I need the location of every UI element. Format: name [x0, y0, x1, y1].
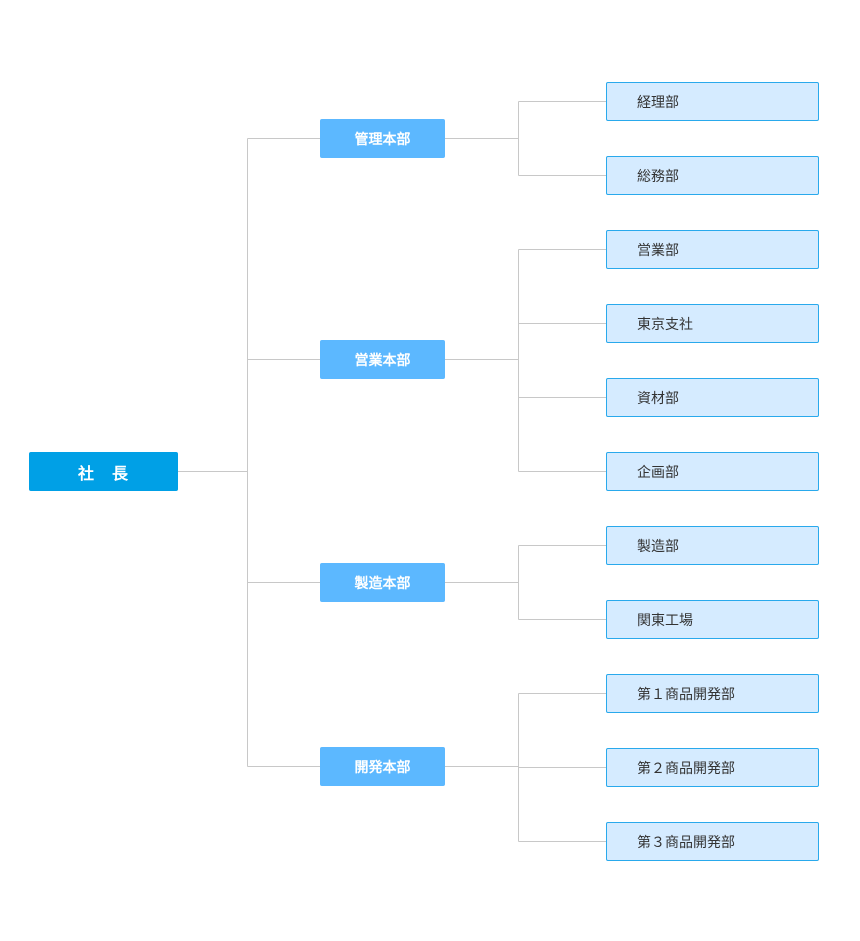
president-box: 社 長 — [29, 452, 178, 491]
department-box: 第２商品開発部 — [606, 748, 819, 787]
division-box: 開発本部 — [320, 747, 445, 786]
department-box: 企画部 — [606, 452, 819, 491]
department-box: 営業部 — [606, 230, 819, 269]
division-box: 管理本部 — [320, 119, 445, 158]
department-box: 関東工場 — [606, 600, 819, 639]
department-box: 東京支社 — [606, 304, 819, 343]
department-box: 第３商品開発部 — [606, 822, 819, 861]
department-box: 第１商品開発部 — [606, 674, 819, 713]
department-box: 製造部 — [606, 526, 819, 565]
division-box: 製造本部 — [320, 563, 445, 602]
department-box: 資材部 — [606, 378, 819, 417]
department-box: 経理部 — [606, 82, 819, 121]
department-box: 総務部 — [606, 156, 819, 195]
division-box: 営業本部 — [320, 340, 445, 379]
